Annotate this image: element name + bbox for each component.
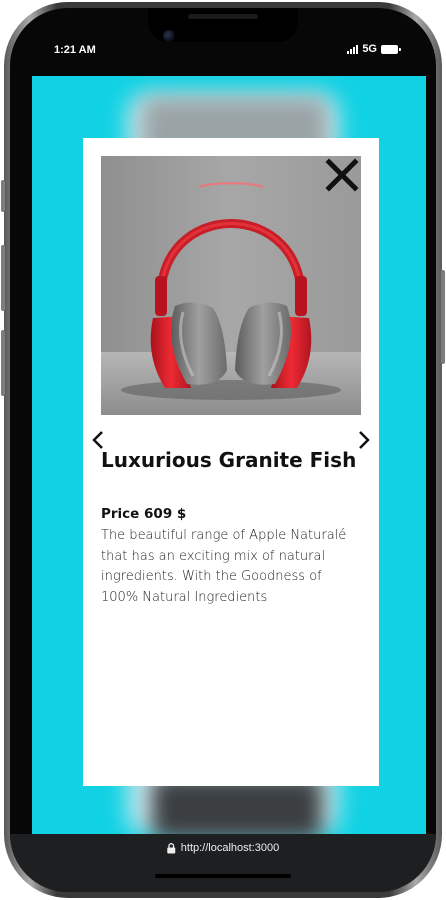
url-display[interactable]: http://localhost:3000: [167, 842, 279, 854]
lock-icon: [167, 842, 176, 853]
volume-down-button: [1, 330, 5, 396]
network-label: 5G: [362, 43, 377, 55]
headphones-image: [101, 156, 361, 415]
close-button[interactable]: [323, 156, 361, 194]
mute-switch: [1, 180, 5, 212]
product-image: [101, 156, 361, 415]
front-camera-icon: [163, 30, 175, 42]
home-indicator[interactable]: [155, 874, 291, 878]
close-icon: [325, 158, 359, 192]
product-title: Luxurious Granite Fish: [101, 448, 357, 472]
app-screen: Luxurious Granite Fish Price 609 $ The b…: [32, 76, 426, 840]
phone-display: 1:21 AM 5G Luxurious Granite Fish Price …: [10, 8, 436, 892]
signal-icon: [347, 44, 359, 54]
status-indicators: 5G: [347, 43, 401, 55]
url-text: http://localhost:3000: [180, 842, 280, 854]
product-price: Price 609 $: [101, 506, 187, 522]
power-button: [441, 270, 445, 364]
battery-icon: [381, 44, 401, 54]
volume-up-button: [1, 245, 5, 311]
status-time: 1:21 AM: [54, 44, 96, 56]
product-description: The beautiful range of Apple Naturalé th…: [101, 528, 347, 605]
product-modal: Luxurious Granite Fish Price 609 $ The b…: [83, 138, 379, 786]
phone-frame: 1:21 AM 5G Luxurious Granite Fish Price …: [1, 2, 445, 898]
browser-address-bar: http://localhost:3000: [10, 834, 436, 892]
earpiece-speaker: [188, 14, 258, 19]
